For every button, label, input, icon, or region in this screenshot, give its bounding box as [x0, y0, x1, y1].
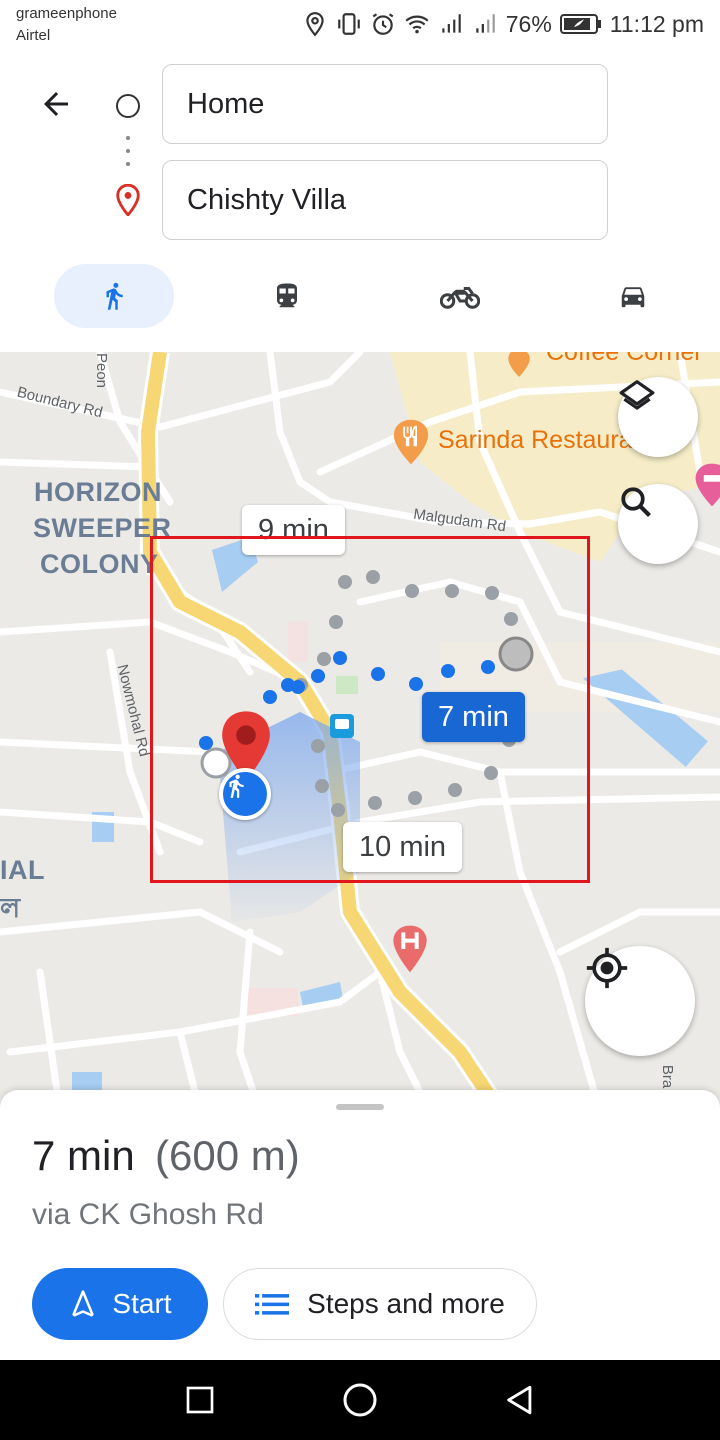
home-button[interactable]	[340, 1380, 380, 1420]
recents-button[interactable]	[180, 1380, 220, 1420]
signal-icon	[442, 14, 461, 33]
origin-dot-icon	[116, 94, 140, 118]
list-icon	[255, 1294, 290, 1315]
map-view[interactable]: Boundary Rd Malgudam Rd Nowmohal Rd Peon…	[0, 352, 720, 1112]
back-nav-button[interactable]	[500, 1380, 540, 1420]
tab-walk[interactable]	[54, 264, 174, 328]
system-nav-bar	[0, 1360, 720, 1440]
circle-icon	[343, 1383, 377, 1417]
carrier-primary: grameenphone	[16, 5, 117, 22]
search-icon	[621, 487, 651, 517]
steps-label: Steps and more	[307, 1288, 505, 1319]
transit-icon	[277, 283, 297, 308]
origin-field[interactable]: Home	[162, 64, 608, 144]
area-label: ল	[0, 893, 21, 923]
hotel-pin-icon[interactable]	[692, 462, 720, 508]
battery-icon	[559, 14, 601, 34]
destination-pin-icon	[116, 184, 140, 216]
car-icon	[621, 287, 645, 308]
route-distance: (600 m)	[155, 1132, 300, 1179]
road-label: Peon	[93, 352, 111, 389]
wifi-icon	[405, 15, 429, 34]
poi-label: Sarinda Restaura	[438, 426, 633, 454]
highlight-box	[150, 536, 590, 883]
hospital-pin-icon[interactable]	[390, 922, 430, 976]
alarm-icon	[372, 13, 394, 35]
layers-button[interactable]	[618, 377, 698, 457]
signal-icon	[476, 14, 495, 33]
steps-and-more-button[interactable]: Steps and more	[223, 1268, 537, 1340]
search-map-button[interactable]	[618, 484, 698, 564]
restaurant-pin-icon[interactable]	[390, 418, 432, 466]
status-bar: grameenphone Airtel 76% 11:12 pm	[0, 0, 720, 54]
carrier-secondary: Airtel	[16, 27, 51, 44]
travel-mode-tabs	[0, 262, 720, 332]
navigation-arrow-icon	[72, 1290, 95, 1317]
drag-handle[interactable]	[336, 1104, 384, 1110]
route-connector	[125, 136, 131, 166]
walk-icon	[106, 282, 123, 310]
crosshair-icon	[586, 947, 628, 989]
triangle-back-icon	[507, 1385, 532, 1415]
cafe-pin-icon	[508, 352, 530, 377]
status-icons: 76% 11:12 pm	[302, 8, 704, 40]
back-arrow-icon	[44, 92, 68, 116]
layers-icon	[619, 380, 655, 410]
motorcycle-icon	[440, 287, 480, 309]
clock: 11:12 pm	[609, 10, 704, 37]
destination-field[interactable]: Chishty Villa	[162, 160, 608, 240]
my-location-button[interactable]	[585, 946, 695, 1056]
tab-drive[interactable]	[573, 264, 693, 328]
start-label: Start	[112, 1288, 172, 1319]
start-button[interactable]: Start	[32, 1268, 208, 1340]
area-label: COLONY	[40, 549, 159, 579]
tab-transit[interactable]	[227, 264, 347, 328]
road-label: Bra	[659, 1064, 677, 1089]
area-label: HORIZON	[34, 477, 162, 507]
directions-header: Home Chishty Villa	[0, 54, 720, 352]
poi-label: Coffee Corner	[546, 352, 703, 366]
back-button[interactable]	[30, 82, 82, 126]
route-summary-sheet[interactable]: 7 min (600 m) via CK Ghosh Rd Start Step…	[0, 1090, 720, 1360]
tab-two-wheeler[interactable]	[400, 264, 520, 328]
battery-percent: 76%	[505, 10, 552, 37]
location-icon	[306, 12, 324, 37]
area-label: IAL	[0, 855, 45, 885]
route-via: via CK Ghosh Rd	[32, 1198, 264, 1231]
route-duration: 7 min	[32, 1132, 135, 1179]
vibrate-icon	[337, 13, 360, 35]
square-icon	[186, 1386, 214, 1414]
